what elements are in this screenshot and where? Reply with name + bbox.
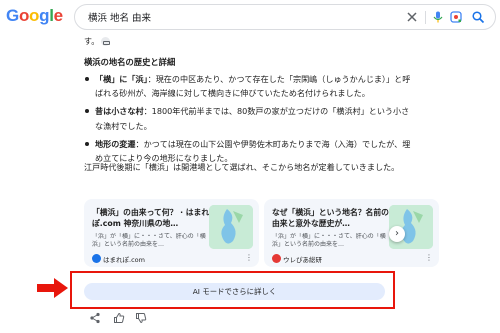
card-snippet: 「浜」が「横」に・・・さて、肝心の「横浜」という名前の由来を… <box>272 233 386 249</box>
point-list: 「横」に「浜」：現在の中区あたり、かつて存在した「宗閑嶋（しゅうかんじま）」と呼… <box>84 72 414 169</box>
point-label: 「横」に「浜」 <box>95 74 148 84</box>
card-thumbnail <box>209 205 253 249</box>
link-icon[interactable] <box>101 37 111 46</box>
card-source: はまれぽ.com <box>103 256 145 264</box>
list-item: 「横」に「浜」：現在の中区あたり、かつて存在した「宗閑嶋（しゅうかんじま）」と呼… <box>84 72 414 100</box>
list-item: 昔は小さな村：1800年代前半までは、80数戸の家が立つだけの「横浜村」という小… <box>84 104 414 132</box>
microphone-icon[interactable] <box>431 10 445 24</box>
source-card[interactable]: 「横浜」の由来って何？ · はまれぽ.com 神奈川県の地… 「浜」が「横」に・… <box>84 199 259 267</box>
more-options-icon[interactable]: ⋮ <box>425 253 433 262</box>
section-title: 横浜の地名の歴史と詳細 <box>84 57 176 67</box>
point-label: 地形の変遷 <box>95 138 136 149</box>
search-header: Google 横浜 地名 由来 <box>0 0 500 34</box>
ai-mode-button[interactable]: AI モードでさらに詳しく <box>84 283 385 300</box>
card-title[interactable]: なぜ「横浜」という地名？名前の由来と意外な歴史が… <box>272 207 392 229</box>
divider <box>425 11 426 24</box>
google-logo[interactable]: Google <box>6 6 63 26</box>
next-arrow-icon[interactable]: › <box>389 226 405 242</box>
card-source: ウレぴあ総研 <box>283 256 322 264</box>
search-icon[interactable] <box>471 10 485 24</box>
pointer-arrow-icon <box>37 278 68 298</box>
closing-paragraph: 江戸時代後期に「横浜」は開港場として選ばれ、そこから地名が定着していきました。 <box>84 162 400 172</box>
point-label: 昔は小さな村 <box>95 106 144 117</box>
answer-fragment: す。 <box>84 36 111 47</box>
source-favicon-icon <box>272 254 281 263</box>
search-input[interactable]: 横浜 地名 由来 <box>88 10 151 24</box>
more-options-icon[interactable]: ⋮ <box>245 253 253 262</box>
share-icon[interactable] <box>89 312 101 324</box>
card-snippet: 「浜」が「横」に・・・さて、肝心の「横浜」という名前の由来を… <box>92 233 206 249</box>
thumbs-down-icon[interactable] <box>135 312 147 324</box>
card-title[interactable]: 「横浜」の由来って何？ · はまれぽ.com 神奈川県の地… <box>92 207 212 229</box>
thumbs-up-icon[interactable] <box>113 312 125 324</box>
search-box[interactable]: 横浜 地名 由来 <box>74 4 496 30</box>
source-favicon-icon <box>92 254 101 263</box>
source-card[interactable]: なぜ「横浜」という地名？名前の由来と意外な歴史が… 「浜」が「横」に・・・さて、… <box>264 199 439 267</box>
clear-icon[interactable] <box>405 10 419 24</box>
lens-icon[interactable] <box>449 10 463 24</box>
